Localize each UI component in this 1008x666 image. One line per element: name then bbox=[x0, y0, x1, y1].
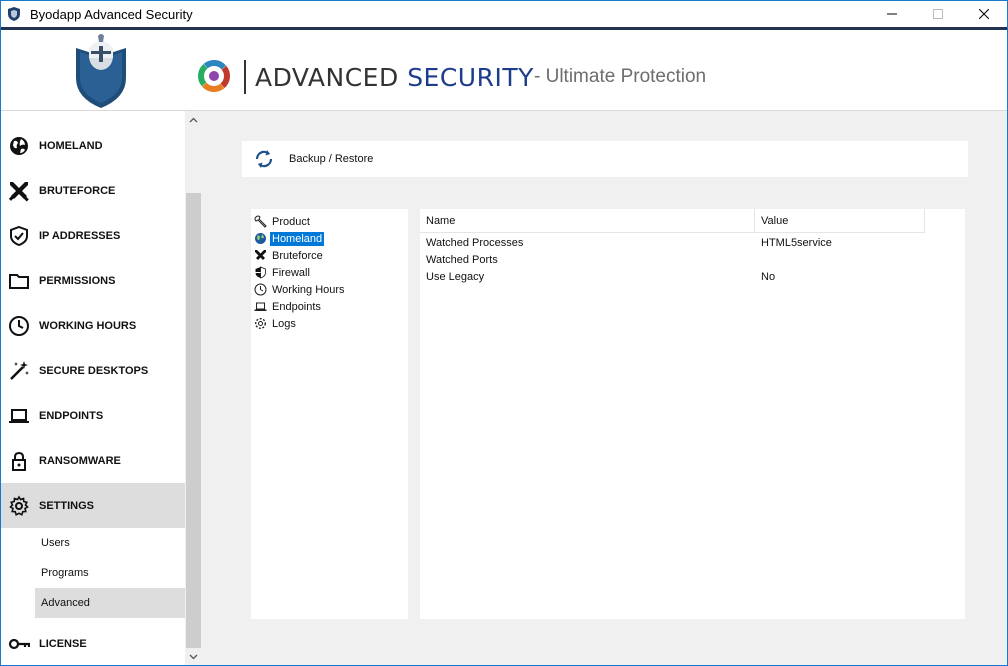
crossed-swords-icon bbox=[253, 249, 267, 263]
cell-value: No bbox=[761, 270, 776, 283]
app-header: ADVANCED SECURITY - Ultimate Protection bbox=[1, 27, 1007, 111]
brand-word-security: SECURITY bbox=[407, 63, 534, 92]
folder-icon bbox=[7, 269, 31, 293]
sidebar-item-label: ENDPOINTS bbox=[39, 409, 104, 422]
tree-node-label: Firewall bbox=[272, 266, 310, 279]
tree-node-label: Working Hours bbox=[272, 283, 345, 296]
scroll-down-button[interactable] bbox=[185, 648, 202, 665]
tree-node-firewall[interactable]: Firewall bbox=[251, 264, 408, 281]
tree-node-working-hours[interactable]: Working Hours bbox=[251, 281, 408, 298]
chevron-down-icon bbox=[189, 654, 198, 659]
sidebar-item-label: IP ADDRESSES bbox=[39, 229, 121, 242]
backup-restore-label: Backup / Restore bbox=[289, 153, 374, 165]
grid-header: Name Value bbox=[420, 209, 925, 233]
lock-icon bbox=[7, 449, 31, 473]
chevron-up-icon bbox=[189, 117, 198, 122]
properties-grid: Name Value Watched Processes HTML5servic… bbox=[420, 209, 965, 619]
clock-icon bbox=[253, 283, 267, 297]
crossed-swords-icon bbox=[7, 179, 31, 203]
brand-mark-icon bbox=[197, 60, 230, 92]
cell-name: Use Legacy bbox=[426, 270, 485, 283]
tree-node-endpoints[interactable]: Endpoints bbox=[251, 298, 408, 315]
sidebar-item-label: HOMELAND bbox=[39, 139, 103, 152]
minimize-icon bbox=[887, 13, 897, 15]
sidebar-item-label: BRUTEFORCE bbox=[39, 184, 116, 197]
wrench-icon bbox=[253, 215, 267, 229]
column-header-value[interactable]: Value bbox=[755, 209, 925, 233]
globe-icon bbox=[253, 232, 267, 246]
sidebar-item-label: SETTINGS bbox=[39, 499, 95, 512]
brand-separator bbox=[244, 60, 246, 94]
cell-name: Watched Ports bbox=[426, 253, 498, 266]
sidebar-item-label: PERMISSIONS bbox=[39, 274, 116, 287]
globe-icon bbox=[7, 134, 31, 158]
sidebar-item-working-hours[interactable]: WORKING HOURS bbox=[1, 303, 185, 348]
main-content: Backup / Restore Product Homeland Brutef… bbox=[202, 111, 1007, 665]
sidebar-item-bruteforce[interactable]: BRUTEFORCE bbox=[1, 168, 185, 213]
sidebar-subitem-programs[interactable]: Programs bbox=[35, 558, 185, 588]
cell-value: HTML5service bbox=[761, 236, 832, 249]
cell-name: Watched Processes bbox=[426, 236, 524, 249]
sidebar-item-license[interactable]: LICENSE bbox=[1, 621, 185, 665]
sidebar-item-ransomware[interactable]: RANSOMWARE bbox=[1, 438, 185, 483]
laptop-icon bbox=[253, 300, 267, 314]
sidebar-item-label: SECURE DESKTOPS bbox=[39, 364, 149, 377]
scroll-up-button[interactable] bbox=[185, 111, 202, 128]
tree-node-label: Bruteforce bbox=[272, 249, 323, 262]
gear-icon bbox=[7, 494, 31, 518]
sidebar-item-secure-desktops[interactable]: SECURE DESKTOPS bbox=[1, 348, 185, 393]
knight-shield-logo-icon bbox=[76, 34, 126, 108]
key-icon bbox=[7, 632, 31, 656]
tree-node-product[interactable]: Product bbox=[251, 213, 408, 230]
scrollbar-thumb[interactable] bbox=[186, 193, 201, 648]
minimize-button[interactable] bbox=[869, 1, 915, 27]
refresh-icon bbox=[255, 150, 273, 168]
tagline: - Ultimate Protection bbox=[534, 66, 707, 87]
sidebar: HOMELAND BRUTEFORCE IP ADDRESSES PERMISS… bbox=[1, 111, 185, 665]
brand-word-advanced: ADVANCED bbox=[255, 63, 399, 92]
cell-value bbox=[755, 251, 925, 268]
tree-node-label: Endpoints bbox=[272, 300, 321, 313]
app-shield-icon bbox=[8, 7, 20, 21]
gear-icon bbox=[253, 317, 267, 331]
laptop-icon bbox=[7, 404, 31, 428]
sidebar-item-permissions[interactable]: PERMISSIONS bbox=[1, 258, 185, 303]
maximize-icon bbox=[933, 9, 943, 19]
maximize-button[interactable] bbox=[915, 1, 961, 27]
window-controls bbox=[869, 1, 1007, 27]
tree-node-logs[interactable]: Logs bbox=[251, 315, 408, 332]
tree-node-label: Homeland bbox=[270, 231, 325, 246]
sidebar-subitem-users[interactable]: Users bbox=[35, 528, 185, 558]
sidebar-item-endpoints[interactable]: ENDPOINTS bbox=[1, 393, 185, 438]
title-bar: Byodapp Advanced Security bbox=[1, 1, 1007, 27]
shield-check-icon bbox=[7, 224, 31, 248]
app-window: Byodapp Advanced Security ADVANCED SECUR… bbox=[0, 0, 1008, 666]
table-row[interactable]: Watched Ports bbox=[420, 251, 925, 268]
table-row[interactable]: Use Legacy No bbox=[420, 268, 925, 285]
sidebar-item-label: RANSOMWARE bbox=[39, 454, 121, 467]
close-icon bbox=[979, 9, 989, 19]
tree-node-homeland[interactable]: Homeland bbox=[251, 230, 408, 247]
tree-node-label: Product bbox=[272, 215, 310, 228]
sidebar-item-label: WORKING HOURS bbox=[39, 319, 137, 332]
window-title: Byodapp Advanced Security bbox=[30, 6, 193, 22]
table-row[interactable]: Watched Processes HTML5service bbox=[420, 234, 925, 251]
clock-icon bbox=[7, 314, 31, 338]
sidebar-item-label: LICENSE bbox=[39, 637, 87, 650]
backup-restore-button[interactable]: Backup / Restore bbox=[242, 141, 968, 177]
settings-tree: Product Homeland Bruteforce Firewall Wor… bbox=[251, 209, 408, 619]
sidebar-subitem-advanced[interactable]: Advanced bbox=[35, 588, 185, 618]
magic-wand-icon bbox=[7, 359, 31, 383]
tree-node-label: Logs bbox=[272, 317, 296, 330]
sidebar-item-ip-addresses[interactable]: IP ADDRESSES bbox=[1, 213, 185, 258]
sidebar-item-settings[interactable]: SETTINGS bbox=[1, 483, 185, 528]
brand-name: ADVANCED SECURITY bbox=[255, 63, 534, 92]
shield-icon bbox=[253, 266, 267, 280]
tree-node-bruteforce[interactable]: Bruteforce bbox=[251, 247, 408, 264]
column-header-name[interactable]: Name bbox=[420, 209, 755, 233]
close-button[interactable] bbox=[961, 1, 1007, 27]
sidebar-scrollbar[interactable] bbox=[185, 111, 202, 665]
sidebar-item-homeland[interactable]: HOMELAND bbox=[1, 123, 185, 168]
